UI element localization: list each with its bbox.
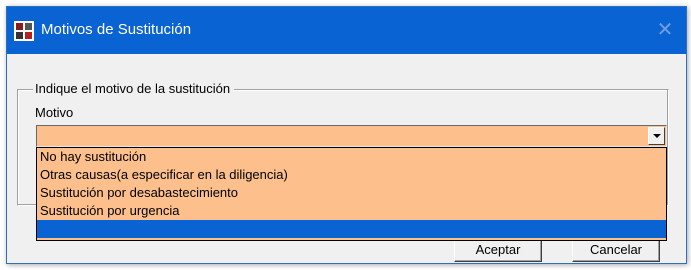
dropdown-option[interactable]: Sustitución por urgencia	[37, 202, 666, 220]
title-bar[interactable]: Motivos de Sustitución ✕	[7, 7, 686, 54]
motivo-dropdown-list: No hay sustitución Otras causas(a especi…	[36, 147, 667, 241]
dropdown-option-selected[interactable]	[37, 220, 666, 238]
accept-button[interactable]: Aceptar	[454, 238, 542, 262]
cancel-button[interactable]: Cancelar	[572, 238, 660, 262]
app-icon	[14, 21, 34, 41]
window-title: Motivos de Sustitución	[41, 21, 192, 38]
dropdown-option[interactable]: Sustitución por desabastecimiento	[37, 184, 666, 202]
motivo-label: Motivo	[35, 105, 74, 120]
groupbox-legend: Indique el motivo de la sustitución	[33, 81, 235, 97]
motivos-dialog: Motivos de Sustitución ✕ Indique el moti…	[6, 6, 687, 264]
dialog-body: Indique el motivo de la sustitución Moti…	[7, 54, 686, 263]
close-icon[interactable]: ✕	[654, 19, 676, 41]
chevron-down-icon[interactable]	[648, 127, 665, 145]
dropdown-option[interactable]: Otras causas(a especificar en la diligen…	[37, 166, 666, 184]
dropdown-option[interactable]: No hay sustitución	[37, 148, 666, 166]
motivo-combobox[interactable]	[36, 125, 667, 147]
